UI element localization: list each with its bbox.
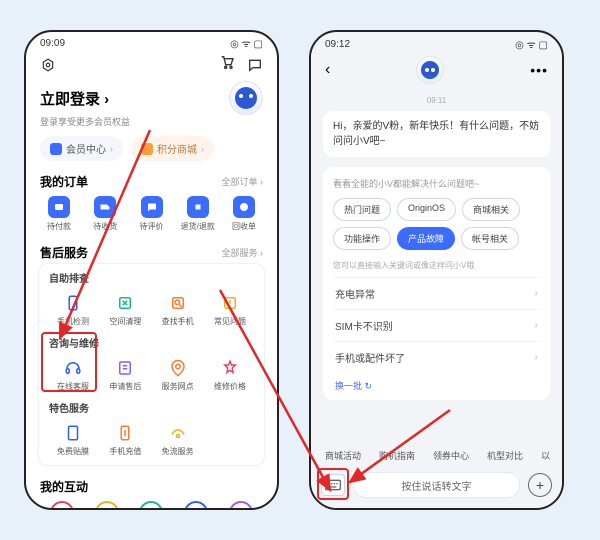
list-row[interactable]: SIM卡不识别›: [333, 309, 540, 341]
chip-active[interactable]: 产品故障: [397, 227, 455, 250]
highlight-box-1: [41, 332, 97, 392]
left-phone: 09:09 ◎ ᯤ ▢ 立即登录 登录享受更多会员权益 会员中心› 积分商城› …: [24, 30, 279, 510]
order-item[interactable]: 待评价: [133, 196, 171, 232]
orders-more[interactable]: 全部订单 ›: [222, 175, 264, 188]
after-card: 自助排查 手机检测 空间清理 查找手机 常见问题 咨询与维修 在线客服 申请售后…: [38, 263, 265, 466]
order-item[interactable]: 待付款: [40, 196, 78, 232]
circle-item[interactable]: [184, 501, 208, 510]
circle-item[interactable]: [229, 501, 253, 510]
circle-item[interactable]: [50, 501, 74, 510]
quick-row: 商城活动 购机指南 领券中心 机型对比 以: [311, 441, 562, 466]
status-right: ◎ ᯤ ▢: [230, 36, 263, 50]
status-bar: 09:09 ◎ ᯤ ▢: [26, 32, 277, 50]
grid-item[interactable]: 空间清理: [99, 289, 151, 331]
chip[interactable]: 商城相关: [462, 198, 520, 221]
chip-row: 热门问题 OriginOS 商城相关 功能操作 产品故障 帐号相关: [333, 198, 540, 250]
grid-item[interactable]: 免费贴膜: [47, 419, 99, 461]
circle-item[interactable]: [139, 501, 163, 510]
quick-item[interactable]: 购机指南: [379, 449, 415, 462]
options-bubble: 看看全能的小V都能解决什么问题吧~ 热门问题 OriginOS 商城相关 功能操…: [323, 167, 550, 400]
plus-button[interactable]: +: [528, 473, 552, 497]
coin-icon: [141, 143, 153, 155]
circle-item[interactable]: [95, 501, 119, 510]
avatar[interactable]: [229, 81, 263, 115]
grid-item[interactable]: 免流服务: [152, 419, 204, 461]
chip[interactable]: 功能操作: [333, 227, 391, 250]
highlight-box-2: [317, 468, 349, 500]
robot-icon: [235, 87, 257, 109]
voice-input[interactable]: 按住说话转文字: [353, 472, 520, 498]
interact-row: [26, 497, 277, 510]
more-icon[interactable]: •••: [530, 62, 548, 78]
chip[interactable]: OriginOS: [397, 198, 456, 221]
order-item[interactable]: 退货/退款: [179, 196, 217, 232]
list-row[interactable]: 充电异常›: [333, 277, 540, 309]
grid-item[interactable]: 手机充值: [99, 419, 151, 461]
quick-item[interactable]: 领券中心: [433, 449, 469, 462]
status-right: ◎ ᯤ ▢: [515, 37, 548, 51]
back-icon[interactable]: ‹: [325, 61, 330, 79]
right-phone: 09:12 ◎ ᯤ ▢ ‹ ••• 09:11 Hi，亲爱的V粉，新年快乐！有什…: [309, 30, 564, 510]
grid-item[interactable]: 服务网点: [152, 354, 204, 396]
chip[interactable]: 帐号相关: [461, 227, 519, 250]
greeting-bubble: Hi，亲爱的V粉，新年快乐！有什么问题，不妨问问小V吧~: [323, 111, 550, 157]
login-sub: 登录享受更多会员权益: [26, 115, 277, 134]
quick-item[interactable]: 商城活动: [325, 449, 361, 462]
list-row[interactable]: 手机或配件坏了›: [333, 341, 540, 373]
refresh-link[interactable]: 换一批 ↻: [333, 373, 540, 392]
chip[interactable]: 热门问题: [333, 198, 391, 221]
quick-item[interactable]: 机型对比: [487, 449, 523, 462]
status-time: 09:12: [325, 39, 350, 50]
grid-item[interactable]: 手机检测: [47, 289, 99, 331]
header-row: [26, 50, 277, 79]
robot-icon: [421, 61, 439, 79]
quick-item[interactable]: 以: [541, 449, 550, 462]
after-more[interactable]: 全部服务 ›: [222, 246, 264, 259]
member-pill[interactable]: 会员中心›: [40, 136, 123, 161]
status-bar: 09:12 ◎ ᯤ ▢: [311, 32, 562, 52]
chat-body: 09:11 Hi，亲爱的V粉，新年快乐！有什么问题，不妨问问小V吧~ 看看全能的…: [311, 88, 562, 441]
order-item[interactable]: 待收货: [86, 196, 124, 232]
grid-item[interactable]: 查找手机: [152, 289, 204, 331]
cart-icon[interactable]: [219, 54, 235, 75]
grid-item[interactable]: 维修价格: [204, 354, 256, 396]
points-pill[interactable]: 积分商城›: [131, 136, 214, 161]
orders-row: 待付款 待收货 待评价 退货/退款 回收单: [26, 192, 277, 240]
orders-header: 我的订单 全部订单 ›: [26, 169, 277, 192]
order-item[interactable]: 回收单: [225, 196, 263, 232]
after-header: 售后服务 全部服务 ›: [26, 240, 277, 263]
login-title[interactable]: 立即登录: [40, 88, 109, 109]
input-row: 按住说话转文字 +: [311, 466, 562, 508]
chat-avatar: [416, 56, 444, 84]
time-label: 09:11: [323, 96, 550, 105]
grid-item[interactable]: 常见问题: [204, 289, 256, 331]
diamond-icon: [50, 143, 62, 155]
status-time: 09:09: [40, 38, 65, 49]
gear-icon[interactable]: [40, 57, 56, 73]
login-row[interactable]: 立即登录: [26, 79, 277, 115]
pill-row: 会员中心› 积分商城›: [26, 134, 277, 169]
chat-header: ‹ •••: [311, 52, 562, 88]
interact-header: 我的互动: [26, 474, 277, 497]
grid-item[interactable]: 申请售后: [99, 354, 151, 396]
message-icon[interactable]: [247, 57, 263, 73]
